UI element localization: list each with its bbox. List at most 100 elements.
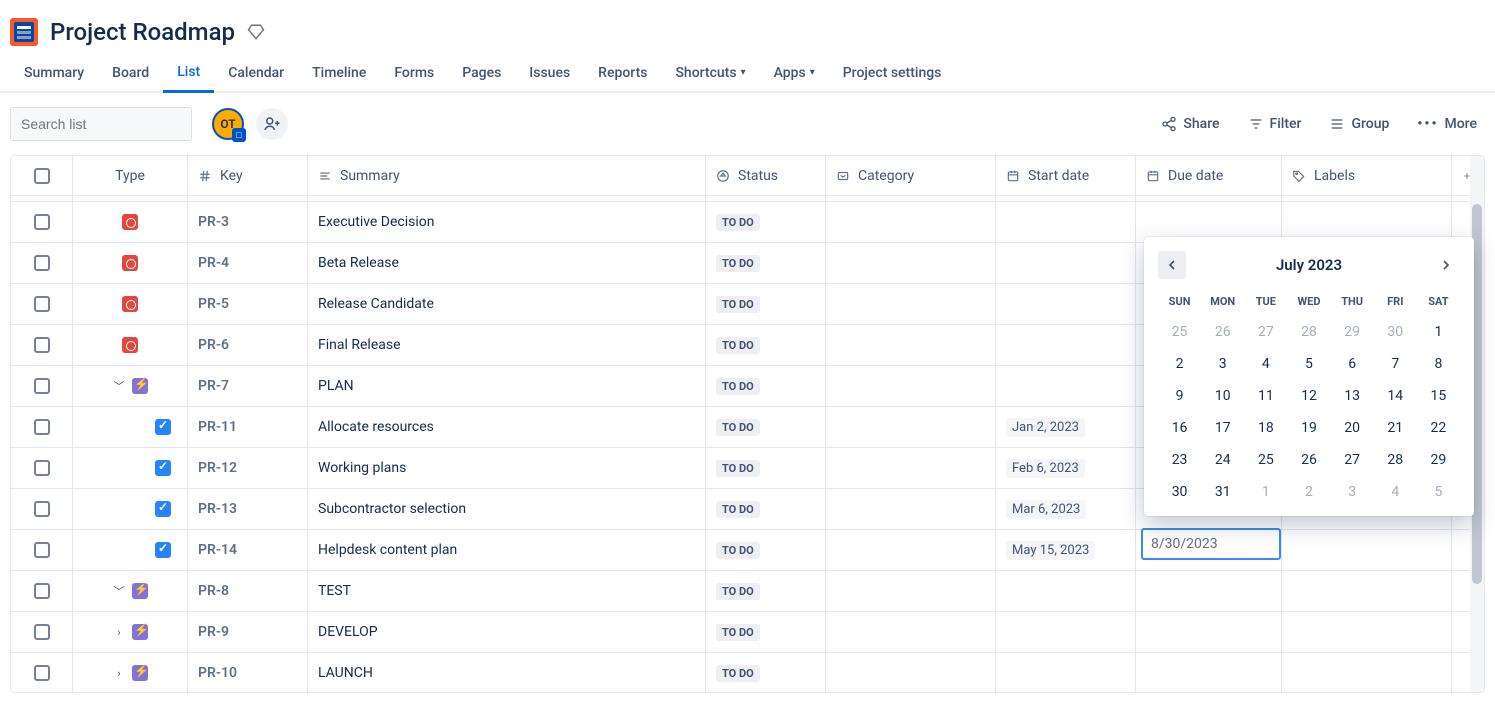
calendar-day[interactable]: 8 (1417, 350, 1460, 378)
calendar-day[interactable]: 14 (1374, 382, 1417, 410)
col-type[interactable]: Type (73, 156, 188, 196)
col-select-all[interactable] (11, 156, 73, 196)
issue-summary[interactable]: Allocate resources (318, 419, 434, 435)
issue-summary[interactable]: Beta Release (318, 255, 399, 271)
calendar-day[interactable]: 16 (1158, 414, 1201, 442)
col-due-date[interactable]: Due date (1136, 156, 1282, 196)
calendar-day[interactable]: 25 (1158, 318, 1201, 346)
edit-title-icon[interactable] (247, 23, 265, 41)
tab-summary[interactable]: Summary (10, 54, 98, 91)
issue-key[interactable]: PR-13 (198, 501, 237, 517)
status-badge[interactable]: TO DO (716, 583, 760, 600)
calendar-day[interactable]: 9 (1158, 382, 1201, 410)
group-button[interactable]: Group (1321, 112, 1397, 136)
start-date-value[interactable]: May 15, 2023 (1006, 541, 1095, 560)
assignee-avatar[interactable]: OT □ (212, 108, 244, 140)
issue-key[interactable]: PR-3 (198, 214, 229, 230)
tab-reports[interactable]: Reports (584, 54, 661, 91)
calendar-day[interactable]: 30 (1374, 318, 1417, 346)
issue-key[interactable]: PR-9 (198, 624, 229, 640)
start-date-value[interactable]: Feb 6, 2023 (1006, 459, 1085, 478)
due-date-input[interactable]: 8/30/2023 (1141, 528, 1281, 560)
search-input[interactable] (21, 116, 202, 132)
status-badge[interactable]: TO DO (716, 296, 760, 313)
col-status[interactable]: Status (706, 156, 826, 196)
row-checkbox[interactable] (34, 214, 50, 230)
calendar-day[interactable]: 20 (1331, 414, 1374, 442)
issue-key[interactable]: PR-14 (198, 542, 237, 558)
issue-summary[interactable]: LAUNCH (318, 665, 373, 681)
issue-summary[interactable]: Release Candidate (318, 296, 434, 312)
row-checkbox[interactable] (34, 460, 50, 476)
calendar-day[interactable]: 12 (1287, 382, 1330, 410)
more-button[interactable]: ••• More (1409, 112, 1485, 136)
col-key[interactable]: Key (188, 156, 308, 196)
calendar-day[interactable]: 5 (1287, 350, 1330, 378)
calendar-day[interactable]: 27 (1331, 446, 1374, 474)
tab-calendar[interactable]: Calendar (214, 54, 298, 91)
table-row[interactable]: ﹀ PR-8 TEST TO DO (11, 571, 1484, 612)
share-button[interactable]: Share (1153, 112, 1227, 136)
issue-key[interactable]: PR-8 (198, 583, 229, 599)
calendar-day[interactable]: 6 (1331, 350, 1374, 378)
calendar-day[interactable]: 31 (1201, 478, 1244, 506)
issue-key[interactable]: PR-4 (198, 255, 229, 271)
calendar-day[interactable]: 5 (1417, 478, 1460, 506)
calendar-day[interactable]: 26 (1287, 446, 1330, 474)
issue-key[interactable]: PR-7 (198, 378, 229, 394)
col-category[interactable]: Category (826, 156, 996, 196)
chevron-right-icon[interactable]: › (112, 667, 126, 680)
search-input-wrap[interactable] (10, 107, 192, 141)
row-checkbox[interactable] (34, 665, 50, 681)
table-row[interactable]: ›PR-9DEVELOPTO DO (11, 612, 1484, 653)
col-summary[interactable]: Summary (308, 156, 706, 196)
issue-key[interactable]: PR-5 (198, 296, 229, 312)
issue-summary[interactable]: PLAN (318, 378, 354, 394)
chevron-down-icon[interactable]: ﹀ (112, 378, 126, 394)
calendar-day[interactable]: 1 (1244, 478, 1287, 506)
status-badge[interactable]: TO DO (716, 624, 760, 641)
status-badge[interactable]: TO DO (716, 460, 760, 477)
issue-summary[interactable]: TEST (318, 583, 351, 599)
issue-summary[interactable]: Working plans (318, 460, 406, 476)
row-checkbox[interactable] (34, 296, 50, 312)
status-badge[interactable]: TO DO (716, 378, 760, 395)
calendar-day[interactable]: 13 (1331, 382, 1374, 410)
issue-summary[interactable]: DEVELOP (318, 624, 378, 640)
chevron-down-icon[interactable]: ﹀ (112, 583, 126, 599)
calendar-day[interactable]: 2 (1158, 350, 1201, 378)
status-badge[interactable]: TO DO (716, 665, 760, 682)
issue-key[interactable]: PR-6 (198, 337, 229, 353)
row-checkbox[interactable] (34, 583, 50, 599)
calendar-day[interactable]: 30 (1158, 478, 1201, 506)
calendar-day[interactable]: 26 (1201, 318, 1244, 346)
calendar-day[interactable]: 19 (1287, 414, 1330, 442)
filter-button[interactable]: Filter (1240, 112, 1310, 136)
calendar-day[interactable]: 7 (1374, 350, 1417, 378)
issue-key[interactable]: PR-10 (198, 665, 237, 681)
tab-timeline[interactable]: Timeline (298, 54, 380, 91)
row-checkbox[interactable] (34, 542, 50, 558)
row-checkbox[interactable] (34, 378, 50, 394)
calendar-day[interactable]: 3 (1331, 478, 1374, 506)
add-people-button[interactable] (256, 108, 288, 140)
row-checkbox[interactable] (34, 419, 50, 435)
table-row[interactable]: › PR-10 LAUNCH TO DO (11, 653, 1484, 693)
start-date-value[interactable]: Jan 2, 2023 (1006, 418, 1085, 437)
row-checkbox[interactable] (34, 337, 50, 353)
calendar-day[interactable]: 25 (1244, 446, 1287, 474)
start-date-value[interactable]: Mar 6, 2023 (1006, 500, 1086, 519)
issue-summary[interactable]: Helpdesk content plan (318, 542, 457, 558)
col-start-date[interactable]: Start date (996, 156, 1136, 196)
status-badge[interactable]: TO DO (716, 337, 760, 354)
calendar-day[interactable]: 10 (1201, 382, 1244, 410)
row-checkbox[interactable] (34, 624, 50, 640)
calendar-day[interactable]: 2 (1287, 478, 1330, 506)
issue-key[interactable]: PR-11 (198, 419, 237, 435)
next-month-button[interactable] (1432, 251, 1460, 279)
tab-apps[interactable]: Apps▾ (760, 54, 829, 91)
calendar-day[interactable]: 4 (1374, 478, 1417, 506)
issue-key[interactable]: PR-12 (198, 460, 237, 476)
tab-forms[interactable]: Forms (380, 54, 448, 91)
tab-shortcuts[interactable]: Shortcuts▾ (661, 54, 759, 91)
